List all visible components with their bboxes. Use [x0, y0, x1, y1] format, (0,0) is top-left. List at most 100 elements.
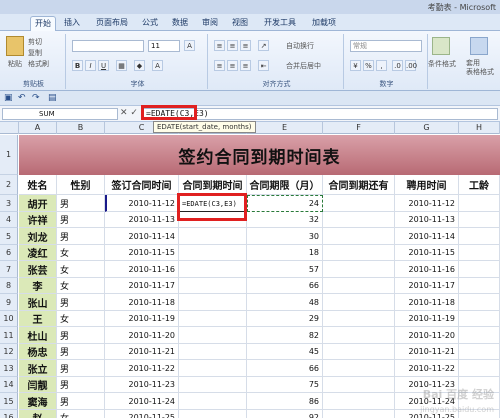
name-cell[interactable]: 许祥	[19, 212, 57, 228]
table-format-button[interactable]: 套用 表格格式	[466, 59, 494, 77]
signed-date-cell[interactable]: 2010-11-22	[105, 360, 179, 377]
remaining-cell[interactable]	[323, 393, 395, 410]
signed-date-cell[interactable]: 2010-11-21	[105, 344, 179, 360]
name-cell[interactable]: 张立	[19, 360, 57, 377]
months-cell[interactable]: 32	[247, 212, 323, 228]
undo-icon[interactable]: ↶	[18, 93, 26, 103]
gender-cell[interactable]: 女	[57, 311, 105, 327]
remaining-cell[interactable]	[323, 195, 395, 212]
hired-date-cell[interactable]: 2010-11-18	[395, 294, 459, 311]
name-cell[interactable]: 杨忠	[19, 344, 57, 360]
font-size-combobox[interactable]: 11	[148, 40, 180, 52]
align-middle-icon[interactable]: ≡	[227, 40, 238, 51]
months-cell[interactable]: 45	[247, 344, 323, 360]
paste-button[interactable]: 粘贴	[8, 59, 22, 69]
tab-addins[interactable]: 加载项	[308, 16, 340, 31]
gender-cell[interactable]: 男	[57, 195, 105, 212]
column-header-a[interactable]: A	[19, 122, 57, 134]
signed-date-cell[interactable]: 2010-11-18	[105, 294, 179, 311]
seniority-cell[interactable]	[459, 360, 500, 377]
remaining-cell[interactable]	[323, 278, 395, 294]
copy-button[interactable]: 复制	[28, 48, 42, 58]
row-header[interactable]: 15	[0, 393, 18, 410]
borders-icon[interactable]: ▦	[116, 60, 127, 71]
tab-formulas[interactable]: 公式	[138, 16, 162, 31]
seniority-cell[interactable]	[459, 327, 500, 344]
header-seniority[interactable]: 工龄	[459, 175, 500, 195]
hired-date-cell[interactable]: 2010-11-16	[395, 261, 459, 278]
conditional-format-button[interactable]: 条件格式	[428, 59, 456, 69]
cut-button[interactable]: 剪切	[28, 37, 42, 47]
signed-date-cell[interactable]: 2010-11-20	[105, 327, 179, 344]
months-cell[interactable]: 66	[247, 360, 323, 377]
hired-date-cell[interactable]: 2010-11-13	[395, 212, 459, 228]
signed-date-cell[interactable]: 2010-11-24	[105, 393, 179, 410]
percent-button[interactable]: %	[363, 60, 374, 71]
enter-icon[interactable]: ✓	[130, 108, 138, 118]
row-header[interactable]: 11	[0, 327, 18, 344]
font-color-icon[interactable]: A	[152, 60, 163, 71]
hired-date-cell[interactable]: 2010-11-17	[395, 278, 459, 294]
expiry-date-cell[interactable]	[179, 228, 247, 245]
months-cell[interactable]: 29	[247, 311, 323, 327]
seniority-cell[interactable]	[459, 344, 500, 360]
tab-view[interactable]: 视图	[228, 16, 252, 31]
months-cell[interactable]: 30	[247, 228, 323, 245]
gender-cell[interactable]: 男	[57, 294, 105, 311]
gender-cell[interactable]: 女	[57, 278, 105, 294]
table-format-icon[interactable]	[470, 37, 488, 55]
row-header[interactable]: 4	[0, 212, 18, 228]
months-cell[interactable]: 82	[247, 327, 323, 344]
header-months[interactable]: 合同期限（月）	[247, 175, 323, 195]
remaining-cell[interactable]	[323, 294, 395, 311]
months-cell[interactable]: 86	[247, 393, 323, 410]
column-header-h[interactable]: H	[459, 122, 500, 134]
conditional-format-icon[interactable]	[432, 37, 450, 55]
comma-button[interactable]: ,	[376, 60, 387, 71]
months-cell[interactable]: 92	[247, 410, 323, 418]
gender-cell[interactable]: 男	[57, 377, 105, 393]
row-header-2[interactable]: 2	[0, 175, 18, 195]
merge-center-button[interactable]: 合并后居中	[286, 61, 321, 71]
row-header[interactable]: 7	[0, 261, 18, 278]
redo-icon[interactable]: ↷	[32, 93, 40, 103]
months-cell[interactable]: 66	[247, 278, 323, 294]
header-remaining[interactable]: 合同到期还有	[323, 175, 395, 195]
remaining-cell[interactable]	[323, 212, 395, 228]
fill-color-icon[interactable]: ◆	[134, 60, 145, 71]
expiry-date-cell[interactable]	[179, 360, 247, 377]
row-header[interactable]: 6	[0, 245, 18, 261]
align-right-icon[interactable]: ≡	[240, 60, 251, 71]
increase-decimal-icon[interactable]: .0	[392, 60, 403, 71]
seniority-cell[interactable]	[459, 228, 500, 245]
row-header-1[interactable]: 1	[0, 135, 18, 175]
remaining-cell[interactable]	[323, 360, 395, 377]
name-cell[interactable]: 张山	[19, 294, 57, 311]
hired-date-cell[interactable]: 2010-11-21	[395, 344, 459, 360]
expiry-date-cell[interactable]	[179, 327, 247, 344]
hired-date-cell[interactable]: 2010-11-22	[395, 360, 459, 377]
row-header[interactable]: 16	[0, 410, 18, 418]
gender-cell[interactable]: 女	[57, 261, 105, 278]
name-cell[interactable]: 胡开	[19, 195, 57, 212]
remaining-cell[interactable]	[323, 344, 395, 360]
align-center-icon[interactable]: ≡	[227, 60, 238, 71]
row-header[interactable]: 5	[0, 228, 18, 245]
name-cell[interactable]: 王	[19, 311, 57, 327]
expiry-date-cell[interactable]	[179, 261, 247, 278]
remaining-cell[interactable]	[323, 410, 395, 418]
tab-page-layout[interactable]: 页面布局	[92, 16, 132, 31]
name-cell[interactable]: 刘龙	[19, 228, 57, 245]
hired-date-cell[interactable]: 2010-11-19	[395, 311, 459, 327]
expiry-date-cell[interactable]	[179, 294, 247, 311]
row-header[interactable]: 10	[0, 311, 18, 327]
column-header-g[interactable]: G	[395, 122, 459, 134]
row-header[interactable]: 3	[0, 195, 18, 212]
gender-cell[interactable]: 男	[57, 344, 105, 360]
orientation-icon[interactable]: ↗	[258, 40, 269, 51]
column-header-f[interactable]: F	[323, 122, 395, 134]
expiry-date-cell[interactable]	[179, 377, 247, 393]
signed-date-cell[interactable]: 2010-11-13	[105, 212, 179, 228]
font-name-combobox[interactable]	[72, 40, 144, 52]
signed-date-cell[interactable]: 2010-11-23	[105, 377, 179, 393]
